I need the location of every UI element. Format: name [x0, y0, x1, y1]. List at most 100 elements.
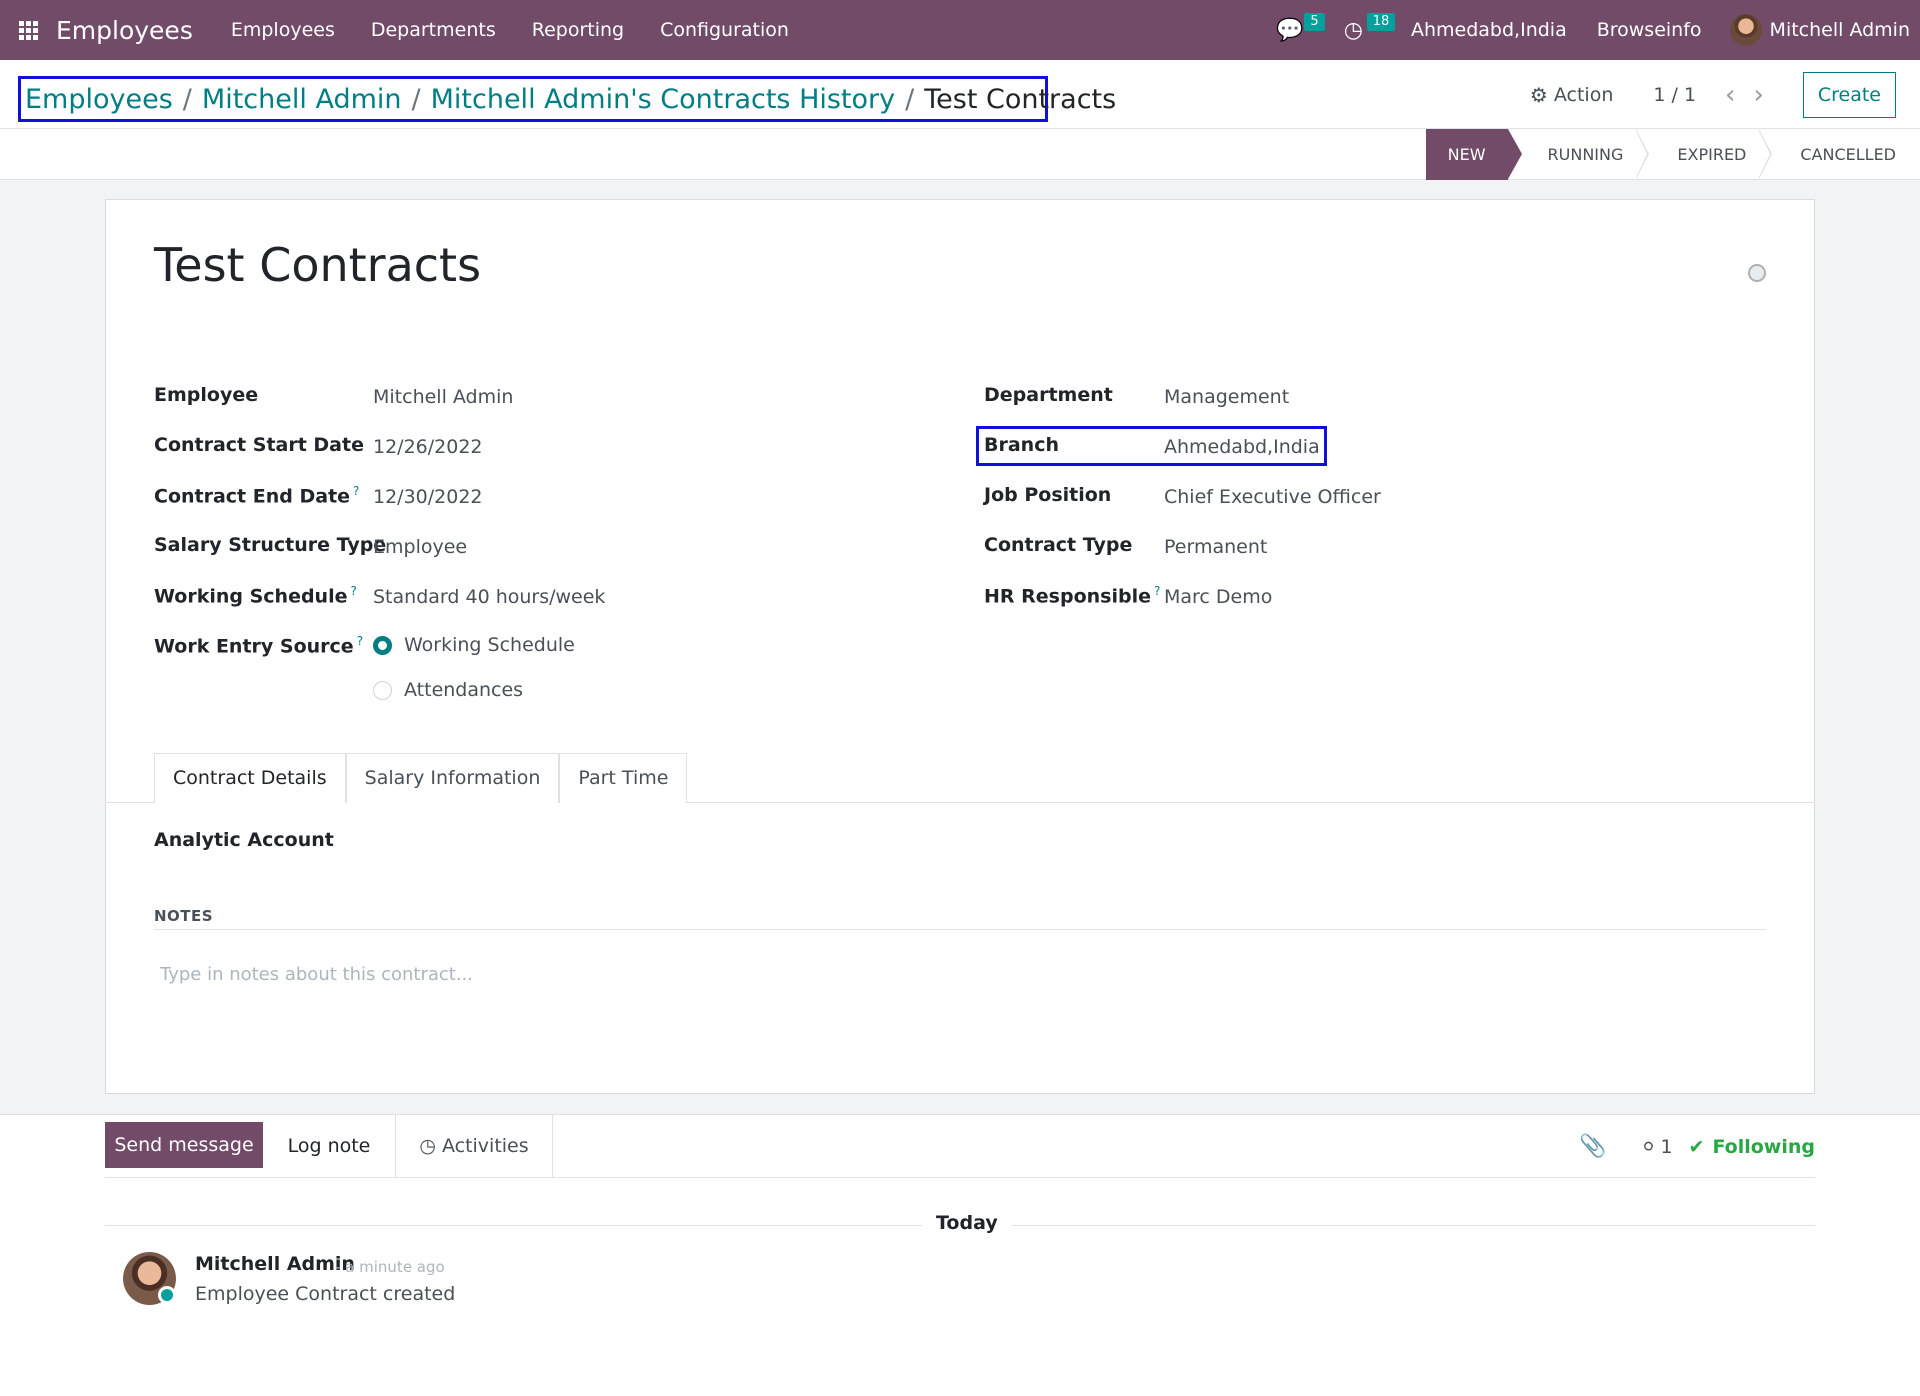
control-panel-actions: ⚙ Action 1 / 1 ‹ › Create	[1530, 72, 1896, 118]
salary-structure-type-field[interactable]: Employee	[373, 536, 467, 558]
menu-employees[interactable]: Employees	[213, 0, 353, 60]
avatar	[1729, 14, 1762, 46]
breadcrumb-separator: /	[411, 83, 421, 115]
following-button[interactable]: ✔ Following	[1689, 1136, 1815, 1158]
breadcrumb-employees[interactable]: Employees	[25, 84, 173, 115]
date-separator: Today	[105, 1210, 1815, 1240]
top-navbar: Employees Employees Departments Reportin…	[0, 0, 1920, 60]
tab-part-time[interactable]: Part Time	[559, 753, 688, 803]
paperclip-icon[interactable]: 📎	[1579, 1134, 1606, 1159]
help-tooltip-icon[interactable]: ?	[350, 584, 356, 598]
menu-reporting[interactable]: Reporting	[514, 0, 642, 60]
analytic-account-label: Analytic Account	[154, 829, 334, 851]
stage-cancelled[interactable]: CANCELLED	[1770, 129, 1920, 180]
chat-icon: 💬	[1276, 17, 1304, 43]
apps-menu-button[interactable]	[0, 0, 56, 60]
breadcrumb-separator: /	[905, 83, 915, 115]
user-name: Mitchell Admin	[1769, 19, 1910, 41]
hr-responsible-label-text: HR Responsible	[984, 585, 1151, 608]
control-panel: Employees / Mitchell Admin / Mitchell Ad…	[0, 60, 1920, 129]
action-menu-button[interactable]: ⚙ Action	[1530, 83, 1613, 107]
send-message-button[interactable]: Send message	[105, 1122, 263, 1168]
online-status-icon	[158, 1286, 176, 1304]
create-button[interactable]: Create	[1802, 72, 1896, 118]
clock-icon: ◷	[1343, 17, 1363, 43]
breadcrumb-contracts-history[interactable]: Mitchell Admin's Contracts History	[431, 84, 896, 115]
stage-pipeline: NEW RUNNING EXPIRED CANCELLED	[1425, 129, 1920, 180]
work-entry-source-label-text: Work Entry Source	[154, 635, 354, 658]
pager-value[interactable]: 1 / 1	[1653, 84, 1696, 106]
help-tooltip-icon[interactable]: ?	[353, 484, 359, 498]
hr-responsible-label: HR Responsible?	[984, 584, 1160, 607]
help-tooltip-icon[interactable]: ?	[1154, 584, 1160, 598]
tab-contract-details[interactable]: Contract Details	[154, 753, 346, 803]
chatter-actions: 📎 ⚪ 1 ✔ Following	[1579, 1115, 1815, 1178]
apps-grid-icon	[18, 20, 38, 40]
breadcrumb-separator: /	[182, 83, 192, 115]
help-tooltip-icon[interactable]: ?	[357, 634, 363, 648]
contract-end-date-label-text: Contract End Date	[154, 485, 351, 508]
stage-expired[interactable]: EXPIRED	[1647, 129, 1773, 180]
message-body: Employee Contract created	[195, 1283, 456, 1305]
stage-running[interactable]: RUNNING	[1508, 129, 1650, 180]
job-position-label: Job Position	[984, 484, 1112, 506]
department-field[interactable]: Management	[1164, 386, 1289, 408]
work-entry-source-label: Work Entry Source?	[154, 634, 363, 657]
contract-type-field[interactable]: Permanent	[1164, 536, 1267, 558]
notes-heading: NOTES	[154, 907, 214, 925]
working-schedule-label: Working Schedule?	[154, 584, 357, 607]
activities-button[interactable]: ◷ Activities	[396, 1115, 553, 1178]
contract-start-date-field[interactable]: 12/26/2022	[373, 436, 483, 458]
followers-count: 1	[1660, 1135, 1673, 1158]
user-menu[interactable]: Mitchell Admin	[1716, 14, 1920, 46]
notebook-tabs: Contract Details Salary Information Part…	[154, 753, 688, 803]
company-switcher[interactable]: Browseinfo	[1583, 19, 1716, 41]
breadcrumb: Employees / Mitchell Admin / Mitchell Ad…	[18, 76, 1116, 122]
followers-button[interactable]: ⚪ 1	[1641, 1136, 1673, 1158]
notes-separator	[154, 929, 1766, 930]
app-name[interactable]: Employees	[56, 16, 193, 45]
radio-unselected-icon[interactable]	[373, 680, 392, 700]
radio-label: Working Schedule	[404, 634, 575, 656]
message-author[interactable]: Mitchell Admin	[195, 1253, 355, 1275]
messages-badge: 5	[1304, 13, 1325, 31]
branch-switcher[interactable]: Ahmedabd,India	[1397, 19, 1581, 41]
contract-end-date-field[interactable]: 12/30/2022	[373, 486, 483, 508]
contract-start-date-label: Contract Start Date	[154, 434, 364, 456]
breadcrumb-employee[interactable]: Mitchell Admin	[202, 84, 402, 115]
branch-label: Branch	[984, 434, 1059, 456]
employee-label: Employee	[154, 384, 259, 406]
log-note-button[interactable]: Log note	[263, 1115, 396, 1178]
navbar-systray: 💬 5 ◷ 18 Ahmedabd,India Browseinfo Mitch…	[1256, 0, 1920, 60]
stage-new[interactable]: NEW	[1425, 129, 1522, 180]
chevron-right-icon[interactable]: ›	[1753, 82, 1763, 108]
status-bar: NEW RUNNING EXPIRED CANCELLED	[0, 129, 1920, 180]
branch-field[interactable]: Ahmedabd,India	[1164, 436, 1320, 458]
hr-responsible-field[interactable]: Marc Demo	[1164, 586, 1272, 608]
radio-selected-icon[interactable]	[373, 635, 392, 655]
contract-type-label: Contract Type	[984, 534, 1133, 556]
kanban-state-indicator[interactable]	[1748, 264, 1766, 282]
work-entry-option-working-schedule[interactable]: Working Schedule	[373, 634, 575, 656]
menu-departments[interactable]: Departments	[353, 0, 514, 60]
tab-salary-information[interactable]: Salary Information	[345, 753, 560, 803]
main-menu: Employees Departments Reporting Configur…	[213, 0, 807, 60]
clock-icon: ◷	[419, 1135, 436, 1157]
notes-field[interactable]: Type in notes about this contract...	[160, 964, 473, 985]
breadcrumb-current: Test Contracts	[924, 83, 1117, 115]
working-schedule-field[interactable]: Standard 40 hours/week	[373, 586, 605, 608]
action-label: Action	[1553, 84, 1614, 106]
gear-icon: ⚙	[1529, 83, 1548, 107]
work-entry-option-attendances[interactable]: Attendances	[373, 679, 523, 701]
activities-button[interactable]: ◷ 18	[1324, 0, 1396, 60]
menu-configuration[interactable]: Configuration	[642, 0, 807, 60]
message-time: - a minute ago	[335, 1258, 445, 1276]
working-schedule-label-text: Working Schedule	[154, 585, 348, 608]
contract-name-field[interactable]: Test Contracts	[154, 238, 481, 292]
salary-structure-type-label: Salary Structure Type	[154, 534, 387, 556]
job-position-field[interactable]: Chief Executive Officer	[1164, 486, 1381, 508]
chevron-left-icon[interactable]: ‹	[1725, 82, 1735, 108]
employee-field[interactable]: Mitchell Admin	[373, 386, 513, 408]
form-sheet: Test Contracts Employee Mitchell Admin C…	[105, 199, 1815, 1094]
messages-button[interactable]: 💬 5	[1256, 0, 1325, 60]
